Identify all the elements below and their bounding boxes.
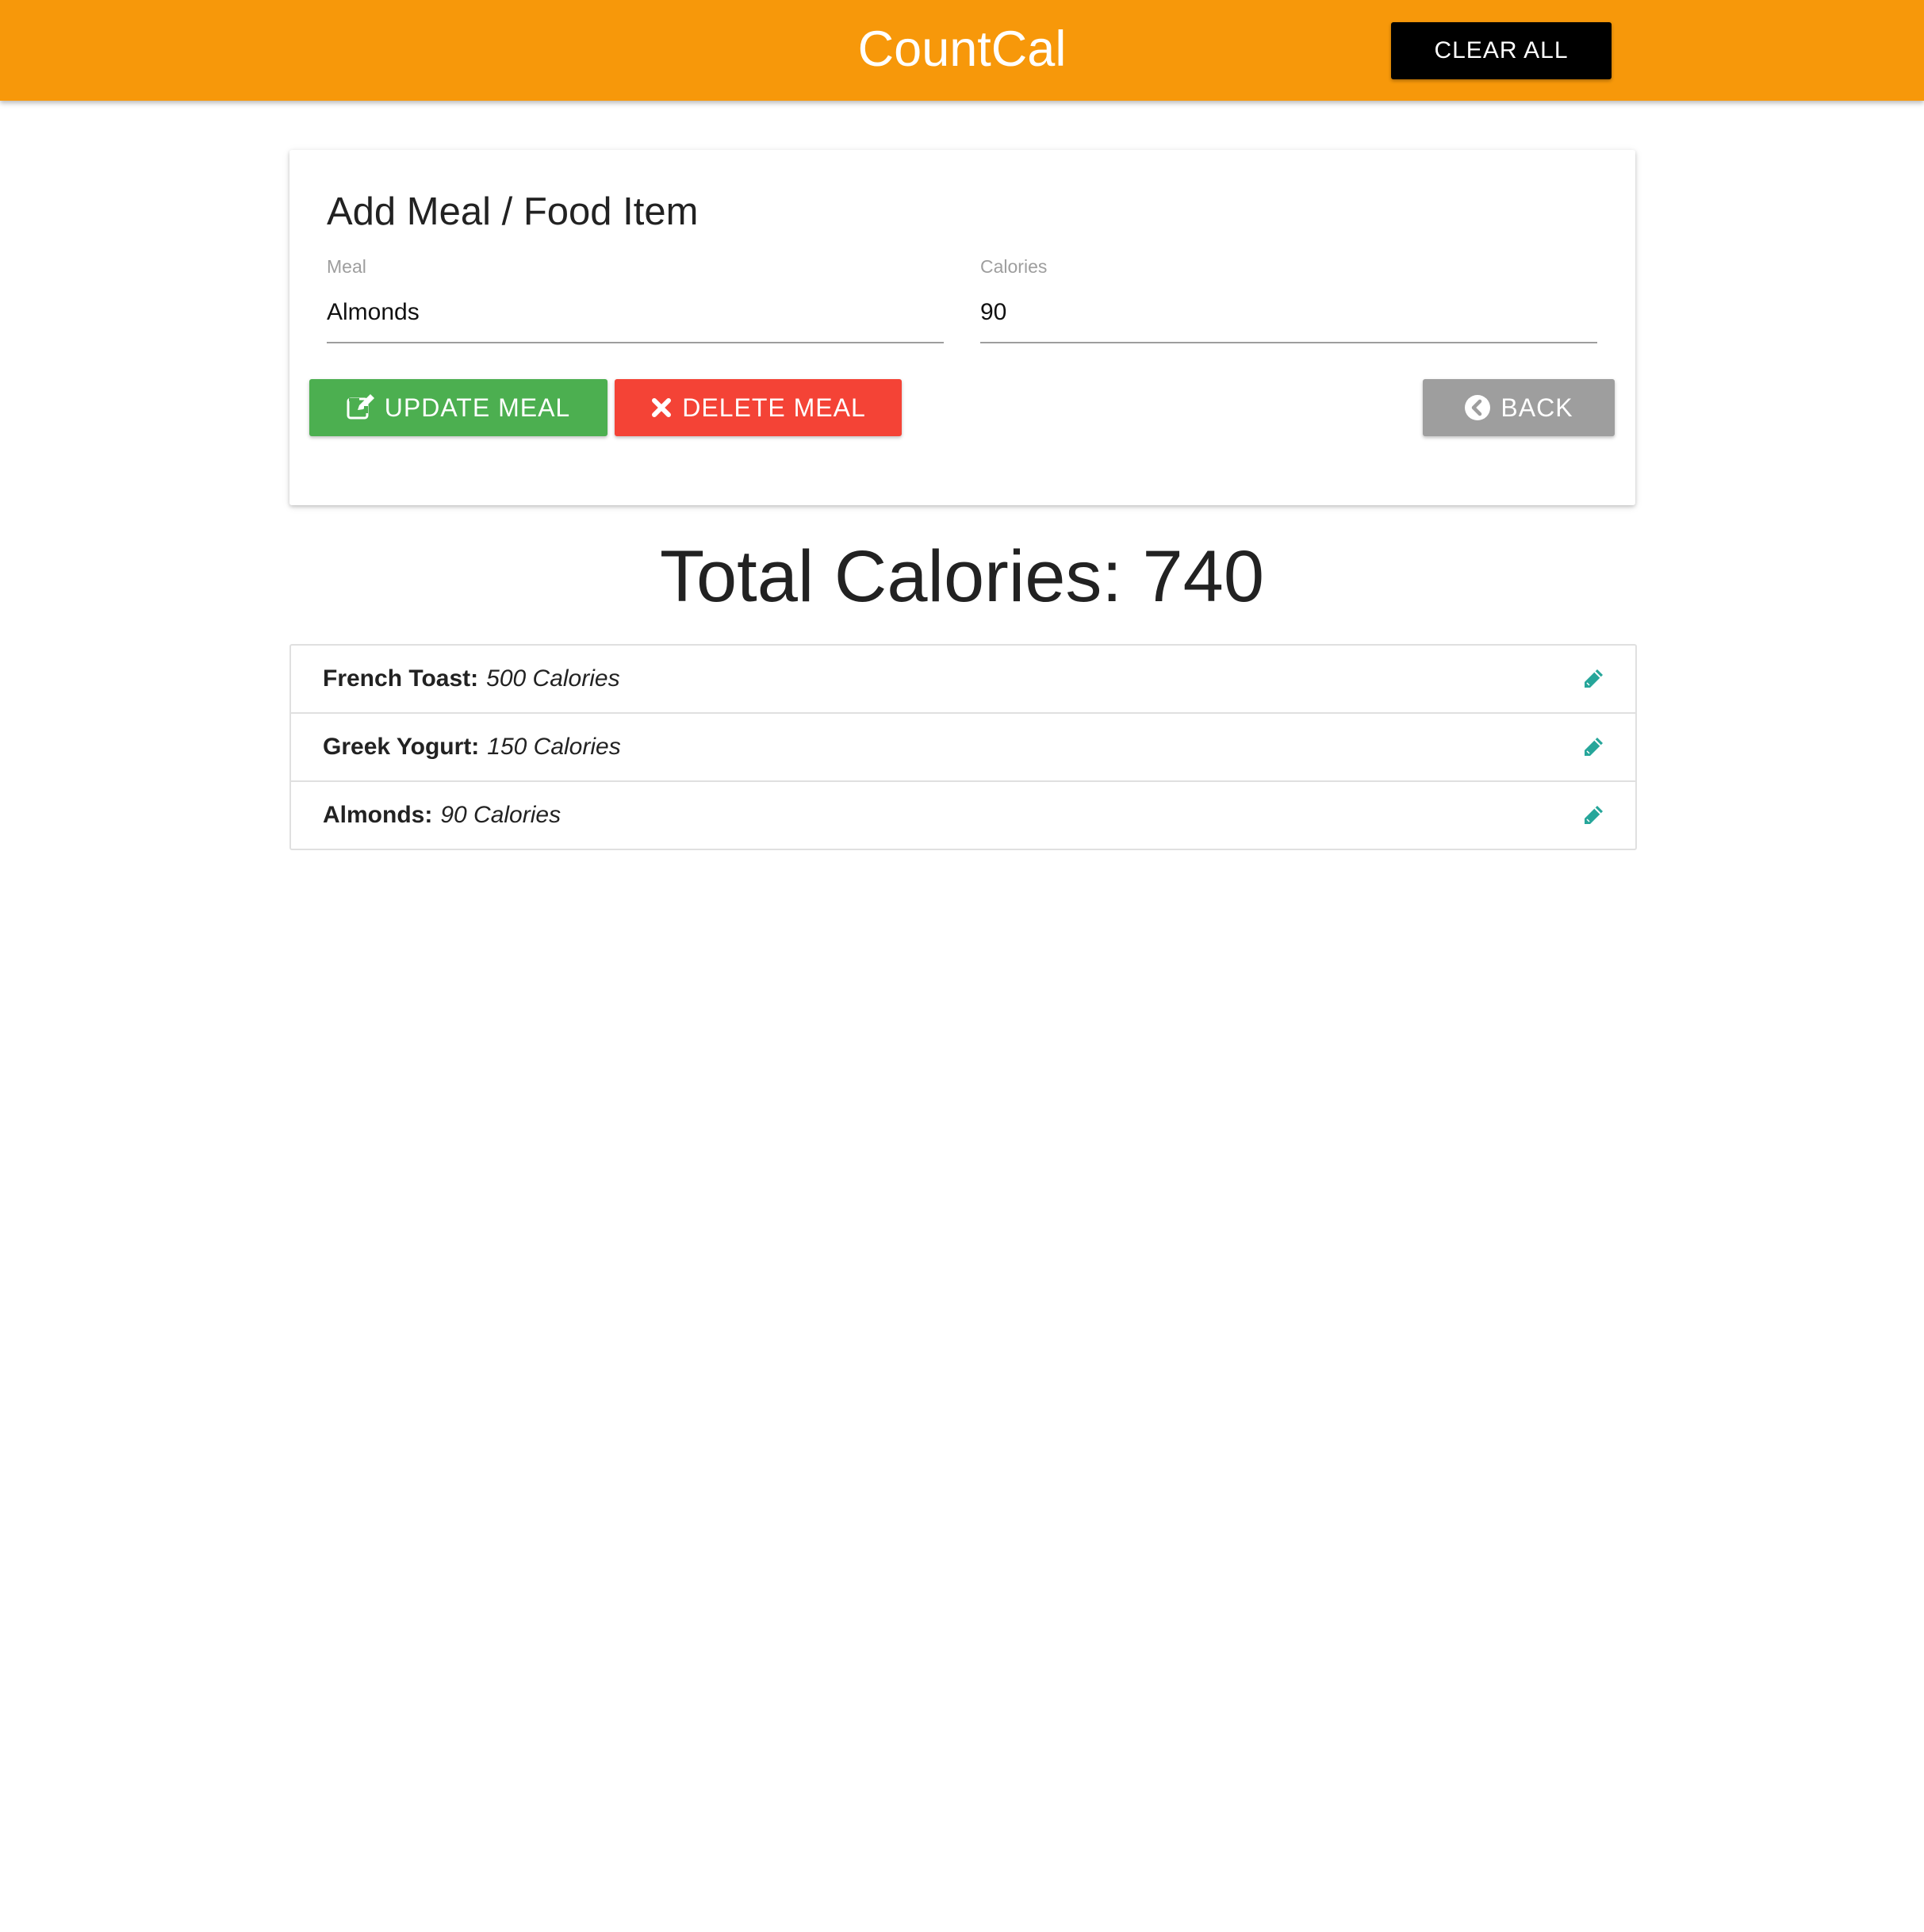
update-meal-button[interactable]: UPDATE MEAL [309,379,607,436]
meal-field: Meal [327,255,944,343]
add-meal-card: Add Meal / Food Item Meal Calories UPDAT… [289,150,1635,505]
item-name: Almonds: [323,802,433,828]
back-button[interactable]: BACK [1423,379,1615,436]
pencil-icon[interactable] [1581,803,1605,827]
pencil-icon[interactable] [1581,667,1605,691]
list-item: Greek Yogurt: 150 Calories [291,714,1635,782]
update-meal-label: UPDATE MEAL [384,393,571,422]
item-calories: 500 Calories [486,665,620,692]
calories-input[interactable] [980,293,1597,343]
chevron-circle-left-icon [1464,394,1491,421]
calories-field: Calories [980,255,1597,343]
item-calories: 90 Calories [440,802,561,828]
brand-logo[interactable]: CountCal [0,19,1924,79]
clear-all-button[interactable]: CLEAR ALL [1391,22,1612,79]
item-calories: 150 Calories [487,734,621,760]
calories-label: Calories [980,256,1048,277]
card-title: Add Meal / Food Item [327,190,699,233]
top-navbar: CountCal CLEAR ALL [0,0,1924,101]
item-name: French Toast: [323,665,479,692]
back-label: BACK [1500,393,1573,422]
meal-label: Meal [327,256,366,277]
total-calories-heading: Total Calories: 740 [660,536,1264,617]
list-item: Almonds: 90 Calories [291,782,1635,849]
pencil-icon[interactable] [1581,735,1605,759]
meal-input[interactable] [327,293,944,343]
item-name: Greek Yogurt: [323,734,480,760]
list-item: French Toast: 500 Calories [291,646,1635,714]
meal-list: French Toast: 500 Calories Greek Yogurt:… [289,644,1637,850]
close-icon [650,397,673,419]
edit-icon [347,394,375,421]
delete-meal-button[interactable]: DELETE MEAL [615,379,902,436]
delete-meal-label: DELETE MEAL [682,393,866,422]
